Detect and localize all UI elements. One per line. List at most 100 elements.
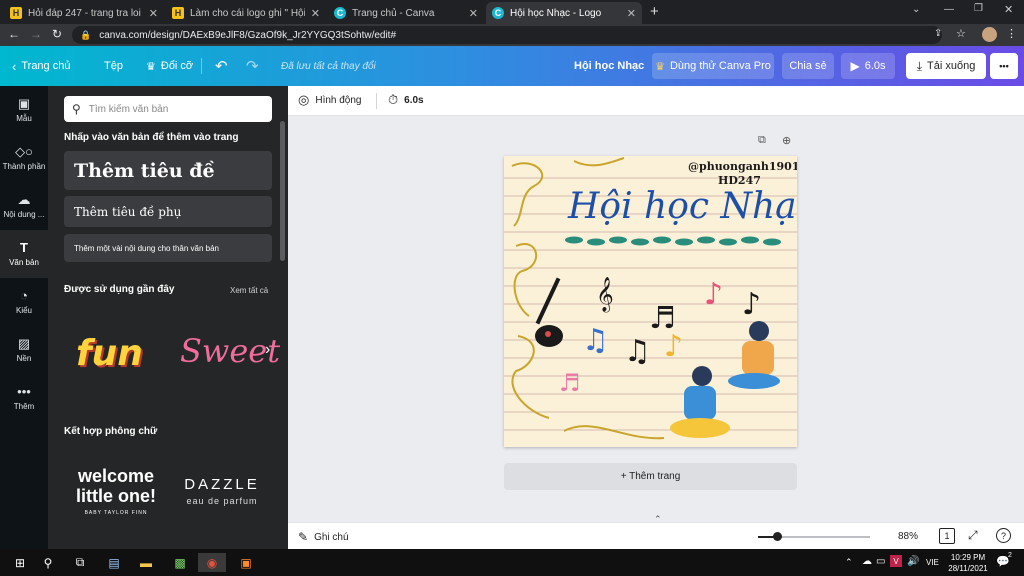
close-tab-icon[interactable]: ✕ bbox=[311, 7, 320, 20]
chrome-icon[interactable]: ◉ bbox=[198, 553, 226, 572]
minimize-icon[interactable]: — bbox=[944, 4, 954, 15]
panel-scrollbar[interactable] bbox=[280, 121, 285, 261]
browser-tab-2[interactable]: H Làm cho cái logo ghi " Hội học N ✕ bbox=[166, 2, 326, 24]
text-search-field[interactable]: ⚲ Tìm kiếm văn bản bbox=[64, 96, 272, 122]
try-pro-button[interactable]: ♛ Dùng thử Canva Pro bbox=[652, 53, 774, 79]
font-combo-welcome[interactable]: welcome little one! BABY TAYLOR FINN bbox=[66, 466, 166, 516]
svg-text:♪: ♪ bbox=[664, 329, 683, 364]
file-menu-button[interactable]: Tệp bbox=[104, 46, 123, 86]
browser-tab-3[interactable]: C Trang chủ - Canva ✕ bbox=[328, 2, 484, 24]
rail-item-text[interactable]: T Văn bản bbox=[0, 230, 48, 278]
play-button[interactable]: ▶ 6.0s bbox=[841, 53, 895, 79]
browser-menu-icon[interactable]: ⋮ bbox=[1006, 27, 1017, 40]
guitar-figure bbox=[535, 277, 563, 347]
design-title-text[interactable]: Hội học Nhạc bbox=[568, 186, 797, 227]
maximize-icon[interactable]: ❐ bbox=[974, 3, 983, 14]
tab-title: Làm cho cái logo ghi " Hội học N bbox=[190, 7, 305, 19]
tray-chevron-icon[interactable]: ⌃ bbox=[845, 557, 853, 568]
canvas-footer: ✎ Ghi chú 88% 1 ⤢ ? bbox=[288, 522, 1024, 549]
add-heading-button[interactable]: Thêm tiêu đề bbox=[64, 151, 272, 190]
redo-icon[interactable]: ↷ bbox=[246, 46, 259, 86]
clock[interactable]: 10:29 PM 28/11/2021 bbox=[948, 552, 988, 574]
reload-icon[interactable]: ↻ bbox=[52, 27, 62, 41]
resize-button[interactable]: ♛ Đổi cỡ bbox=[146, 46, 193, 86]
close-tab-icon[interactable]: ✕ bbox=[627, 7, 636, 20]
share-button[interactable]: Chia sẻ bbox=[782, 53, 834, 79]
fullscreen-icon[interactable]: ⤢ bbox=[968, 528, 978, 543]
canvas-area: ⧉ ⊕ 𝄞 ♬ ♪ ♪ ♫ ♫ ♪ ♬ @phuonganh1901 HD247… bbox=[288, 116, 1024, 524]
share-page-icon[interactable]: ⇪ bbox=[934, 28, 942, 39]
search-icon: ⚲ bbox=[72, 102, 81, 116]
zoom-level[interactable]: 88% bbox=[898, 531, 918, 542]
canva-favicon-icon: C bbox=[492, 7, 504, 19]
help-icon[interactable]: ? bbox=[996, 528, 1011, 543]
home-button[interactable]: ‹ Trang chủ bbox=[12, 46, 70, 86]
play-icon: ▶ bbox=[850, 59, 860, 73]
volume-icon[interactable]: 🔊 bbox=[907, 556, 919, 567]
game-app-icon[interactable]: ▩ bbox=[170, 553, 190, 572]
page-count-button[interactable]: 1 bbox=[939, 528, 955, 544]
people-figures bbox=[670, 321, 780, 438]
app-icon[interactable]: ▣ bbox=[236, 553, 256, 572]
rail-item-templates[interactable]: ▣ Mẫu bbox=[0, 86, 48, 134]
add-body-text-button[interactable]: Thêm một vài nội dung cho thân văn bản bbox=[64, 234, 272, 262]
notes-button[interactable]: ✎ Ghi chú bbox=[298, 530, 349, 544]
rail-item-more[interactable]: ••• Thêm bbox=[0, 374, 48, 422]
profile-avatar[interactable] bbox=[982, 27, 997, 42]
animate-button[interactable]: ◎ Hình động bbox=[298, 92, 362, 108]
windows-start-icon[interactable]: ⊞ bbox=[10, 553, 30, 572]
bookmark-star-icon[interactable]: ☆ bbox=[956, 27, 966, 40]
more-options-button[interactable]: ••• bbox=[990, 53, 1018, 79]
font-combo-dazzle[interactable]: DAZZLE eau de parfum bbox=[176, 476, 268, 506]
add-page-icon[interactable]: ⊕ bbox=[782, 134, 791, 147]
add-subheading-button[interactable]: Thêm tiêu đề phụ bbox=[64, 196, 272, 227]
store-icon[interactable]: ▤ bbox=[104, 553, 124, 572]
duplicate-page-icon[interactable]: ⧉ bbox=[758, 134, 766, 147]
svg-text:♫: ♫ bbox=[624, 334, 651, 369]
close-tab-icon[interactable]: ✕ bbox=[469, 7, 478, 20]
duration-button[interactable]: ⏱ 6.0s bbox=[388, 92, 424, 108]
crown-icon: ♛ bbox=[655, 60, 665, 73]
rail-item-uploads[interactable]: ☁ Nội dung ... bbox=[0, 182, 48, 230]
undo-icon[interactable]: ↶ bbox=[215, 46, 228, 86]
design-page[interactable]: 𝄞 ♬ ♪ ♪ ♫ ♫ ♪ ♬ @phuonganh1901 HD247 Hội… bbox=[504, 156, 797, 447]
battery-icon[interactable]: ▭ bbox=[876, 556, 885, 567]
design-title-field[interactable]: Hội học Nhạc bbox=[574, 46, 644, 86]
font-combo-section-title: Kết hợp phông chữ bbox=[64, 426, 158, 437]
tab-title: Hội học Nhạc - Logo bbox=[510, 7, 602, 19]
close-tab-icon[interactable]: ✕ bbox=[149, 7, 158, 20]
chevron-left-icon: ‹ bbox=[12, 58, 17, 74]
file-explorer-icon[interactable]: ▬ bbox=[136, 553, 156, 572]
tab-search-icon[interactable]: ⌄ bbox=[912, 4, 920, 15]
zoom-slider-thumb[interactable] bbox=[773, 532, 782, 541]
back-icon[interactable]: ← bbox=[8, 27, 20, 41]
input-language[interactable]: VIE bbox=[926, 558, 939, 567]
rail-item-styles[interactable]: ◔ Kiểu bbox=[0, 278, 48, 326]
try-pro-label: Dùng thử Canva Pro bbox=[669, 60, 771, 72]
vietkey-icon[interactable]: V bbox=[890, 555, 902, 567]
chevron-right-icon[interactable]: › bbox=[265, 341, 270, 359]
recent-font-fun[interactable]: fun bbox=[76, 333, 143, 374]
play-duration: 6.0s bbox=[864, 60, 886, 72]
task-view-icon[interactable]: ⧉ bbox=[70, 553, 90, 572]
new-tab-button[interactable]: + bbox=[650, 3, 659, 20]
url-text: canva.com/design/DAExB9eJlF8/GzaOf9k_Jr2… bbox=[99, 29, 397, 41]
design-credit-handle[interactable]: @phuonganh1901 bbox=[688, 160, 797, 173]
add-page-button[interactable]: + Thêm trang bbox=[504, 463, 797, 490]
browser-tab-1[interactable]: H Hỏi đáp 247 - trang tra loi ✕ bbox=[4, 2, 164, 24]
rail-item-background[interactable]: ▨ Nền bbox=[0, 326, 48, 374]
download-button[interactable]: ⤓ Tải xuống bbox=[906, 53, 986, 79]
close-window-icon[interactable]: ✕ bbox=[1004, 3, 1013, 16]
address-bar-row: ← → ↻ 🔒 canva.com/design/DAExB9eJlF8/Gza… bbox=[0, 24, 1024, 46]
header-divider bbox=[376, 93, 377, 109]
text-icon: T bbox=[20, 240, 28, 255]
svg-text:♫: ♫ bbox=[582, 323, 609, 358]
forward-icon[interactable]: → bbox=[30, 27, 42, 41]
rail-item-elements[interactable]: ◇○ Thành phần bbox=[0, 134, 48, 182]
see-all-link[interactable]: Xem tất cả bbox=[230, 286, 268, 295]
search-icon[interactable]: ⚲ bbox=[38, 553, 58, 572]
browser-tab-4-active[interactable]: C Hội học Nhạc - Logo ✕ bbox=[486, 2, 642, 24]
combo-line: little one! bbox=[76, 486, 156, 506]
network-icon[interactable]: ☁ bbox=[862, 556, 872, 567]
url-field[interactable]: 🔒 canva.com/design/DAExB9eJlF8/GzaOf9k_J… bbox=[72, 26, 942, 44]
